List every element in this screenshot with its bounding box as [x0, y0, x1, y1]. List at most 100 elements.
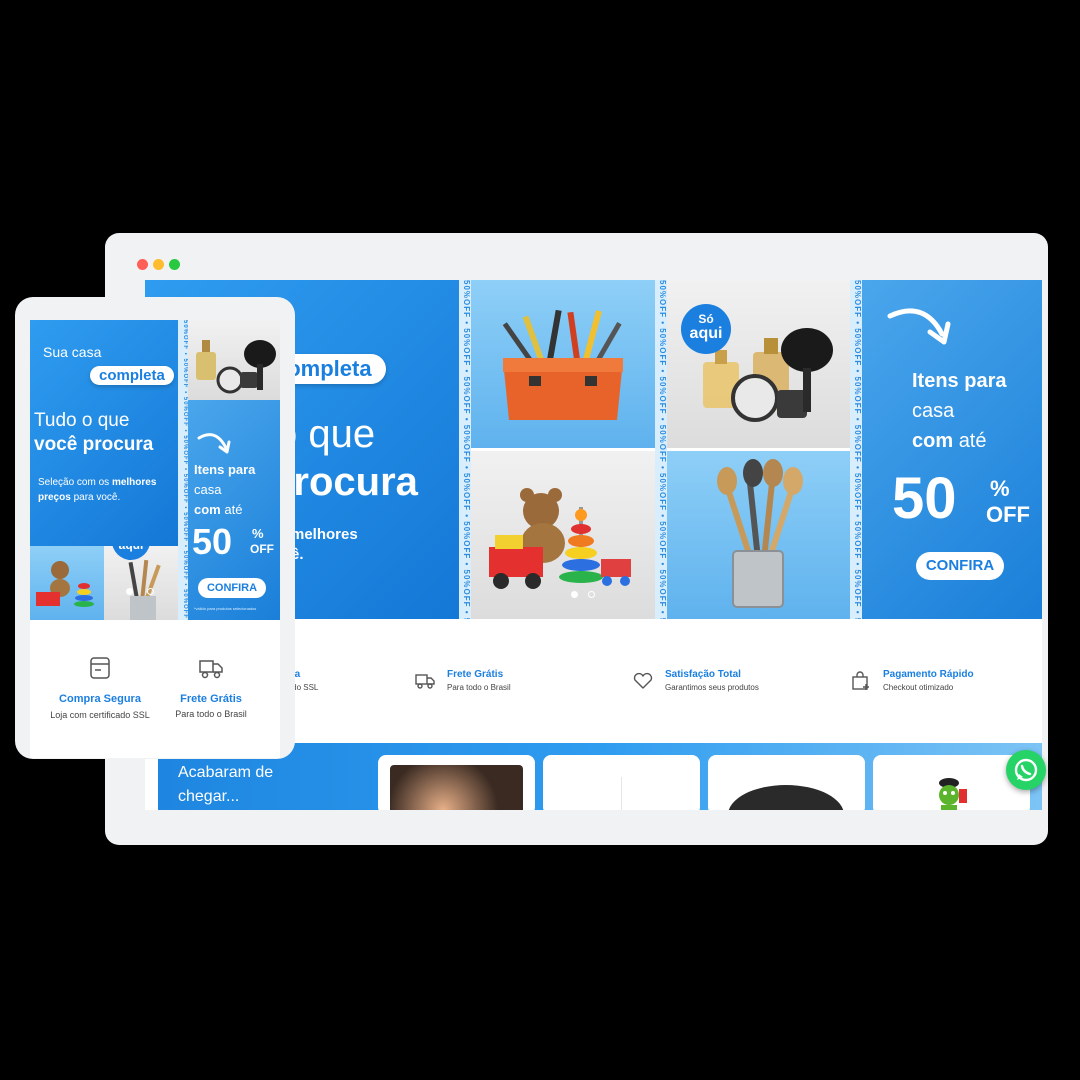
mobile-tile-toys[interactable] [30, 546, 104, 620]
confira-button[interactable]: CONFIRA [198, 578, 266, 598]
badge-line2: aqui [112, 546, 150, 551]
promo-line3: com até [912, 430, 987, 453]
subtitle-prefix: Seleção com os [38, 477, 110, 488]
toys-image [36, 561, 94, 607]
heart-icon [633, 672, 653, 689]
so-aqui-badge: Só aqui [681, 304, 731, 354]
product-image [939, 778, 967, 810]
confira-button[interactable]: CONFIRA [916, 552, 1004, 580]
utensils-image [717, 459, 803, 608]
carousel-indicator [571, 591, 595, 598]
feature-pagamento-rapido: Pagamento Rápido Checkout otimizado [851, 669, 974, 692]
hero-headline-line1: Tudo o que [34, 410, 130, 431]
curved-arrow-icon [197, 433, 231, 454]
bag-icon [852, 670, 869, 690]
new-arrivals-section: Acabaram de chegar... [158, 743, 1042, 810]
promo-disclaimer: *válido para produtos selecionados [194, 606, 257, 611]
product-tile-toolbox[interactable] [471, 280, 655, 448]
brand-prefix: Sua casa [43, 344, 102, 360]
badge-line1: Só [698, 312, 714, 326]
feature-frete-gratis: Frete Grátis Para todo o Brasil [158, 656, 264, 719]
feature-subtitle: Para todo o Brasil [175, 709, 247, 719]
subtitle-suffix: para você. [73, 491, 121, 503]
mobile-page: Sua casa completa Tudo o que você procur… [30, 320, 280, 758]
feature-compra-segura: Compra Segura Loja com certificado SSL [30, 656, 170, 723]
close-dot[interactable] [137, 259, 148, 270]
promo-percent: % [252, 526, 264, 541]
hero-subtitle: Seleção com os melhores preços para você… [38, 476, 178, 505]
whatsapp-button[interactable] [1006, 750, 1046, 790]
promo-line1: Itens para [194, 462, 256, 477]
promo-line3-prefix: com [912, 430, 954, 452]
promo-line3: com até [194, 502, 242, 517]
mobile-hero-intro-panel: Sua casa completa Tudo o que você procur… [30, 320, 178, 546]
new-arrivals-title-line2: chegar... [178, 788, 240, 805]
feature-title: Satisfação Total [665, 669, 741, 680]
carousel-dot-1[interactable] [571, 591, 578, 598]
brand-pill: completa [90, 366, 174, 385]
mobile-tile-utensils[interactable]: Só aqui [104, 546, 178, 620]
promo-big-number: 50 [892, 466, 957, 531]
feature-subtitle: Garantimos seus produtos [665, 683, 759, 692]
feature-title: Frete Grátis [180, 693, 242, 705]
card-icon [90, 657, 110, 679]
promo-stripe: 50%OFF • 50%OFF • 50%OFF • 50%OFF • 50%O… [850, 280, 862, 619]
mobile-tile-cosmetics[interactable] [188, 320, 280, 400]
mobile-hero-banner[interactable]: Sua casa completa Tudo o que você procur… [30, 320, 280, 620]
mobile-promo-panel: Itens para casa com até 50 % OFF CONFIRA… [188, 400, 280, 620]
promo-big-number: 50 [192, 521, 233, 562]
promo-line2: casa [912, 400, 955, 422]
product-image [728, 785, 844, 810]
toys-image [489, 488, 631, 589]
new-arrivals-title: Acabaram de chegar... [178, 761, 273, 809]
promo-line1: Itens para [912, 370, 1007, 392]
product-tile-utensils[interactable] [667, 451, 850, 619]
carousel-indicator [126, 588, 154, 595]
window-controls [137, 259, 180, 270]
promo-stripe: 50%OFF • 50%OFF • 50%OFF • 50%OFF • 50%O… [655, 280, 667, 619]
promo-panel: Itens para casa com até 50 % OFF CONFIRA [862, 280, 1042, 619]
truck-icon [415, 673, 435, 689]
carousel-dot-2[interactable] [588, 591, 595, 598]
product-tile-toys[interactable] [471, 451, 655, 619]
promo-line2: casa [194, 482, 222, 497]
product-card[interactable] [378, 755, 535, 810]
toolbox-image [502, 309, 623, 420]
product-image [621, 777, 622, 810]
subtitle-bold2: preços [38, 491, 71, 503]
curved-arrow-icon [887, 308, 951, 345]
promo-stripe: 50%OFF • 50%OFF • 50%OFF • 50%OFF • 50%O… [178, 320, 188, 620]
promo-off: OFF [250, 542, 274, 556]
feature-satisfacao-total: Satisfação Total Garantimos seus produtos [633, 669, 759, 692]
feature-title: Compra Segura [59, 693, 141, 705]
feature-subtitle: Para todo o Brasil [447, 683, 511, 692]
hero-subtitle-bold: melhores [291, 526, 358, 543]
truck-icon [199, 660, 223, 679]
product-card[interactable] [543, 755, 700, 810]
carousel-dot-2[interactable] [147, 588, 154, 595]
feature-subtitle: Checkout otimizado [883, 683, 954, 692]
minimize-dot[interactable] [153, 259, 164, 270]
promo-off: OFF [986, 502, 1030, 527]
product-image [390, 765, 523, 810]
cosmetics-image [703, 328, 833, 422]
promo-line3-suffix: até [224, 502, 243, 517]
cosmetics-image [196, 340, 276, 394]
feature-frete-gratis: Frete Grátis Para todo o Brasil [415, 669, 511, 692]
promo-line3-prefix: com [194, 502, 221, 517]
new-arrivals-title-line1: Acabaram de [178, 764, 274, 781]
feature-title: Frete Grátis [447, 669, 504, 680]
whatsapp-icon [1014, 758, 1038, 782]
promo-line3-suffix: até [958, 430, 987, 452]
promo-stripe: 50%OFF • 50%OFF • 50%OFF • 50%OFF • 50%O… [459, 280, 471, 619]
carousel-dot-1[interactable] [126, 588, 133, 595]
product-card[interactable] [708, 755, 865, 810]
badge-line2: aqui [689, 324, 723, 342]
product-tile-cosmetics[interactable]: Só aqui [667, 280, 850, 448]
hero-headline-line2: você procura [34, 434, 154, 455]
maximize-dot[interactable] [169, 259, 180, 270]
feature-subtitle: Loja com certificado SSL [50, 710, 150, 720]
feature-title: Pagamento Rápido [883, 669, 974, 680]
promo-percent: % [990, 476, 1010, 501]
subtitle-bold1: melhores [111, 477, 157, 488]
